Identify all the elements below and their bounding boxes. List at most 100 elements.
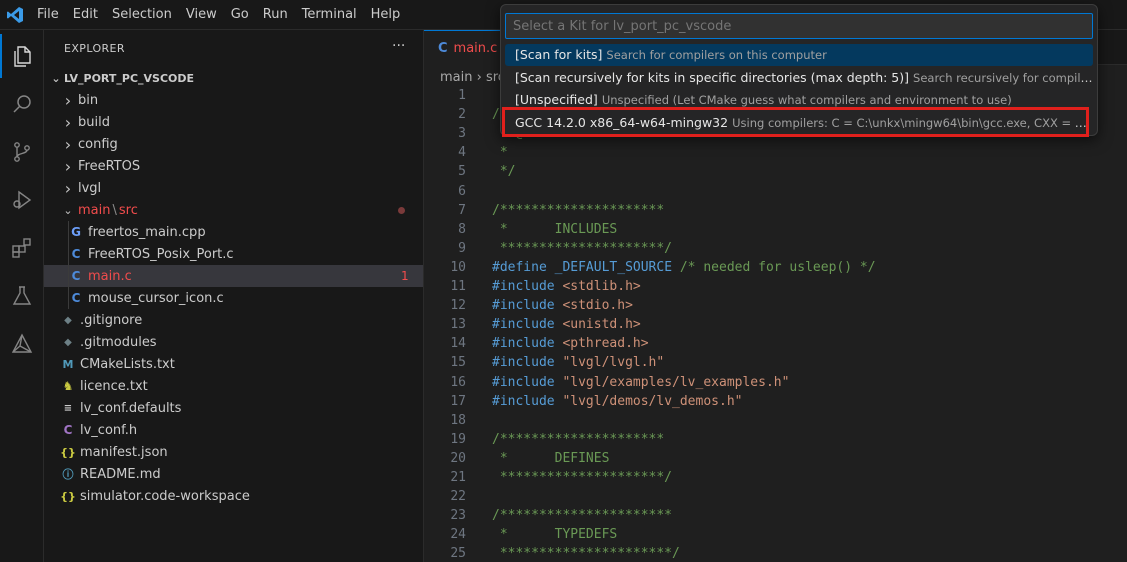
code-line: **********************/	[492, 546, 680, 561]
folder-label: lvgl	[78, 180, 102, 196]
source-control-icon[interactable]	[0, 130, 44, 174]
code-token: **********************/	[492, 546, 680, 562]
line-number: 21	[450, 470, 466, 485]
file-label: main.c	[88, 268, 132, 284]
code-token: #include	[492, 374, 563, 390]
code-token: "lvgl/lvgl.h"	[562, 355, 665, 371]
kit-option-description: Search recursively for compilers in a s.…	[913, 70, 1093, 85]
file-freertos-posix-port-c[interactable]: C FreeRTOS_Posix_Port.c	[44, 243, 423, 265]
search-icon[interactable]	[0, 82, 44, 126]
file-licence-txt[interactable]: ♞ licence.txt	[44, 375, 423, 397]
code-token: <stdlib.h>	[562, 279, 641, 294]
file-manifest-json[interactable]: {} manifest.json	[44, 441, 423, 463]
more-actions-icon[interactable]: ···	[392, 38, 405, 54]
cmake-icon[interactable]	[0, 322, 44, 366]
folder-config[interactable]: › config	[44, 133, 423, 155]
code-token: #define	[492, 259, 555, 275]
file-lv-conf-defaults[interactable]: ≡ lv_conf.defaults	[44, 397, 423, 419]
code-line: /*********************	[492, 203, 664, 218]
folder-label: main	[78, 202, 111, 218]
file-gitmodules[interactable]: ◆ .gitmodules	[44, 331, 423, 353]
line-number: 6	[458, 183, 466, 199]
folder-label: bin	[78, 92, 99, 108]
folder-lvgl[interactable]: › lvgl	[44, 177, 423, 199]
kit-search-input[interactable]	[505, 13, 1093, 39]
file-label: README.md	[80, 466, 161, 482]
line-number: 10	[450, 259, 466, 275]
tab-main-c[interactable]: C main.c	[424, 30, 502, 65]
code-token: /*********************	[492, 202, 665, 218]
info-file-icon: ⓘ	[62, 468, 74, 481]
file-cmakelists-txt[interactable]: M CMakeLists.txt	[44, 353, 423, 375]
code-token: _DEFAULT_SOURCE	[554, 259, 680, 275]
file-label: lv_conf.h	[80, 422, 138, 438]
code-token: /* needed for usleep() */	[679, 259, 876, 275]
file-mouse-cursor-icon-c[interactable]: Cmouse_cursor_icon.c	[44, 287, 423, 309]
chevron-right-icon: ›	[64, 134, 72, 154]
folder-bin[interactable]: › bin	[44, 89, 423, 111]
code-token: #include	[492, 355, 563, 371]
kit-option-label: [Unspecified]	[515, 92, 598, 107]
extensions-icon[interactable]	[0, 226, 44, 270]
file-label: freertos_main.cpp	[88, 224, 206, 240]
chevron-right-icon: ›	[64, 156, 72, 176]
code-token: */	[492, 164, 516, 180]
menu-selection[interactable]: Selection	[105, 0, 179, 30]
line-number: 20	[450, 450, 466, 466]
breadcrumb[interactable]: main › src	[440, 70, 505, 85]
git-file-icon: ◆	[64, 336, 72, 348]
line-number: 8	[458, 221, 466, 237]
testing-icon[interactable]	[0, 274, 44, 318]
folder-freertos[interactable]: › FreeRTOS	[44, 155, 423, 177]
line-number: 12	[450, 298, 466, 314]
explorer-icon[interactable]	[0, 34, 44, 78]
kit-option-description: Unspecified (Let CMake guess what compil…	[601, 93, 1012, 107]
code-line: *	[492, 145, 508, 160]
problem-count-badge: 1	[401, 269, 409, 283]
code-token: #include	[492, 393, 563, 409]
code-line: #include <stdio.h>	[492, 298, 633, 313]
licence-file-icon: ♞	[62, 379, 74, 393]
code-token: * TYPEDEFS	[492, 527, 618, 543]
menu-file[interactable]: File	[30, 0, 66, 30]
menu-go[interactable]: Go	[224, 0, 256, 30]
folder-main[interactable]: ⌄ main \ src	[44, 199, 423, 221]
menu-edit[interactable]: Edit	[66, 0, 105, 30]
line-number: 5	[458, 164, 466, 180]
line-number: 3	[458, 126, 466, 142]
menu-terminal[interactable]: Terminal	[295, 0, 364, 30]
file-label: mouse_cursor_icon.c	[88, 290, 224, 306]
line-number: 17	[450, 393, 466, 409]
json-file-icon: {}	[60, 489, 76, 503]
code-token: "lvgl/examples/lv_examples.h"	[562, 374, 790, 390]
file-readme-md[interactable]: ⓘ README.md	[44, 463, 423, 485]
menu-run[interactable]: Run	[256, 0, 295, 30]
chevron-right-icon: ›	[64, 112, 72, 132]
file-lv-conf-h[interactable]: Clv_conf.h	[44, 419, 423, 441]
file-label: CMakeLists.txt	[80, 356, 175, 372]
file-main-c[interactable]: Cmain.c 1	[44, 265, 423, 287]
run-debug-icon[interactable]	[0, 178, 44, 222]
menu-view[interactable]: View	[179, 0, 224, 30]
kit-option-label: [Scan for kits]	[515, 47, 603, 62]
file-freertos-main-cpp[interactable]: Gfreertos_main.cpp	[44, 221, 423, 243]
code-line: */	[492, 164, 516, 180]
kit-option[interactable]: [Scan for kits] Search for compilers on t…	[505, 44, 1093, 66]
project-section[interactable]: ⌄ LV_PORT_PC_VSCODE	[44, 67, 424, 89]
menu-help[interactable]: Help	[364, 0, 408, 30]
tab-label: main.c	[453, 40, 498, 56]
file-simulator-code-workspace[interactable]: {} simulator.code-workspace	[44, 485, 423, 507]
kit-option[interactable]: [Scan recursively for kits in specific d…	[505, 67, 1093, 89]
line-number: 16	[450, 374, 466, 390]
line-number: 11	[450, 279, 466, 294]
file-gitignore[interactable]: ◆ .gitignore	[44, 309, 423, 331]
c-file-icon: C	[71, 269, 81, 283]
chevron-down-icon: ⌄	[51, 71, 61, 85]
chevron-right-icon: ›	[64, 90, 72, 110]
explorer-sidebar: EXPLORER ··· ⌄ LV_PORT_PC_VSCODE › bin › bu…	[44, 30, 424, 562]
line-number: 9	[458, 240, 466, 256]
line-number: 19	[450, 431, 466, 447]
line-number: 2	[458, 107, 466, 123]
code-token: /*********************	[492, 431, 665, 447]
folder-build[interactable]: › build	[44, 111, 423, 133]
